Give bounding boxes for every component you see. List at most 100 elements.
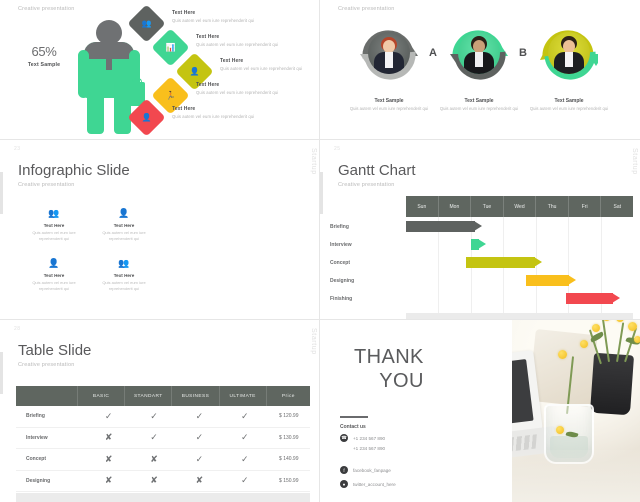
feature-body: Quis autem vel eum iure reprehenderit qu… [102,280,146,291]
th-basic: BASIC [78,386,126,406]
slide-thumbnail-grid: Creative presentation 65% Text Sample 👥 … [0,0,640,502]
twitter-icon: ● [340,480,348,488]
slide3-subtitle: Creative presentation [18,182,75,188]
diamond-icon-2[interactable]: 📊 [151,28,190,67]
slide1-stat-label: Text Sample [27,62,61,68]
caption-title: Text Sample [464,98,494,104]
feature-title: Text Here [113,273,135,278]
avatar [548,32,590,74]
slide1-stat-value: 65% [31,44,57,59]
caption-body: Quis autem vel eum iure reprehenderit qu… [529,106,609,111]
feature-4: 👥 Text Here Quis autem vel eum iure repr… [90,258,158,292]
gantt-day-fri: Fri [569,196,602,217]
table-row[interactable]: Briefing ✓ ✓ ✓ ✓ $ 120.99 [16,406,310,428]
feature-title: Text Here [43,273,65,278]
gantt-bar-finishing[interactable] [566,293,620,304]
gantt-bar-concept[interactable] [466,257,542,268]
slide1-item-2: Text Here Quis autem vel eum iure repreh… [196,34,316,47]
feature-title: Text Here [43,223,65,228]
row-label: Concept [26,456,46,463]
accent-bar [0,172,3,214]
cross-icon: ✘ [150,475,158,486]
group-icon: 👥 [118,258,130,268]
item-title: Text Here [196,82,220,88]
feature-2: 👤 Text Here Quis autem vel eum iure repr… [90,208,158,242]
table-row[interactable]: Concept ✘ ✘ ✓ ✓ $ 140.99 [16,449,310,471]
item-title: Text Here [196,34,220,40]
check-icon: ✓ [241,432,249,443]
slide1-item-5: Text Here Quis autem vel eum iure repreh… [172,106,292,119]
th-standart: STANDART [125,386,173,406]
table-header-row: BASIC STANDART BUSINESS ULTIMATE Price [16,386,310,406]
phone-value: +1 234 567 890 [353,435,386,441]
gantt-task-label-finishing: Finishing [330,296,353,302]
slide3-brand-tag: Startup [310,148,317,175]
contact-phone-2[interactable]: +1 234 567 890 [340,446,385,451]
slide-thumb-gantt[interactable]: 25 Startup Gantt Chart Creative presenta… [320,140,640,320]
slide5-number: 28 [14,326,21,332]
check-icon: ✓ [150,432,158,443]
feature-3: 👤 Text Here Quis autem vel eum iure repr… [20,258,88,292]
check-icon: ✓ [195,453,204,464]
check-icon: ✓ [195,410,204,421]
connector-label-a: A [429,47,437,59]
gantt-task-label-briefing: Briefing [330,224,349,230]
slide1-subtitle: Creative presentation [18,6,75,12]
feature-body: Quis autem vel eum iure reprehenderit qu… [32,280,76,291]
table-row[interactable]: Interview ✘ ✓ ✓ ✓ $ 130.99 [16,428,310,449]
cross-icon: ✘ [195,475,204,486]
caption-title: Text Sample [554,98,584,104]
table-row[interactable]: Designing ✘ ✘ ✘ ✓ $ 150.99 [16,471,310,492]
slide3-title: Infographic Slide [18,162,130,179]
caption-body: Quis autem vel eum iure reprehenderit qu… [349,106,429,111]
accent-bar [0,352,3,394]
feature-body: Quis autem vel eum iure reprehenderit qu… [102,230,146,241]
row-price: $ 150.99 [279,477,299,484]
item-body: Quis autem vel eum iure reprehenderit qu… [196,42,279,47]
slide4-brand-tag: Startup [631,148,638,175]
th-price: Price [281,393,295,399]
slide4-number: 25 [334,146,341,152]
whatsapp-icon: ☎ [340,434,348,442]
feature-body: Quis autem vel eum iure reprehenderit qu… [32,230,76,241]
gantt-day-header: Sun Mon Tue Wed Thu Fri Sat [406,196,633,217]
divider [340,416,368,418]
connector-label-b: B [519,47,527,59]
th-blank [16,386,78,406]
process-caption-2: Text Sample Quis autem vel eum iure repr… [436,98,522,112]
caption-title: Text Sample [374,98,404,104]
check-icon: ✓ [104,410,113,421]
slide-thumb-table[interactable]: 28 Startup Table Slide Creative presenta… [0,320,320,502]
item-body: Quis autem vel eum iure reprehenderit qu… [172,18,255,23]
feature-title: Text Here [113,223,135,228]
row-label: Interview [26,434,48,441]
dark-vase [589,352,635,416]
slide3-number: 23 [14,146,21,152]
cross-icon: ✘ [104,453,113,464]
row-price: $ 120.99 [279,413,299,420]
twitter-value: twitter_account_here [353,481,396,487]
slide-thumb-diamonds[interactable]: Creative presentation 65% Text Sample 👥 … [0,0,320,140]
avatar [368,32,410,74]
gantt-task-label-designing: Designing [330,278,355,284]
thank-you-line2: YOU [379,369,424,392]
process-caption-3: Text Sample Quis autem vel eum iure repr… [526,98,612,112]
gantt-bar-designing[interactable] [526,275,576,286]
caption-body: Quis autem vel eum iure reprehenderit qu… [439,106,519,111]
gantt-bar-briefing[interactable] [406,221,482,232]
contact-phone-1[interactable]: ☎ +1 234 567 890 [340,434,385,442]
slide-thumb-process[interactable]: Creative presentation A B Text Sample Qu… [320,0,640,140]
item-body: Quis autem vel eum iure reprehenderit qu… [172,114,255,119]
pricing-table: BASIC STANDART BUSINESS ULTIMATE Price B… [16,386,310,492]
slide1-stat: 65% Text Sample [14,44,74,68]
thank-you-line1: THANK [354,346,424,368]
row-price: $ 140.99 [279,456,299,463]
gantt-day-tue: Tue [471,196,504,217]
contact-facebook[interactable]: f facebook_fanpage [340,466,391,474]
row-label: Designing [26,477,51,484]
gantt-bar-interview[interactable] [471,239,486,250]
slide-thumb-thank-you[interactable]: THANK YOU Contact us ☎ +1 234 567 890 +1… [320,320,640,502]
contact-twitter[interactable]: ● twitter_account_here [340,480,396,488]
slide-thumb-infographic[interactable]: 23 Startup Infographic Slide Creative pr… [0,140,320,320]
table-footer-band [16,493,310,502]
